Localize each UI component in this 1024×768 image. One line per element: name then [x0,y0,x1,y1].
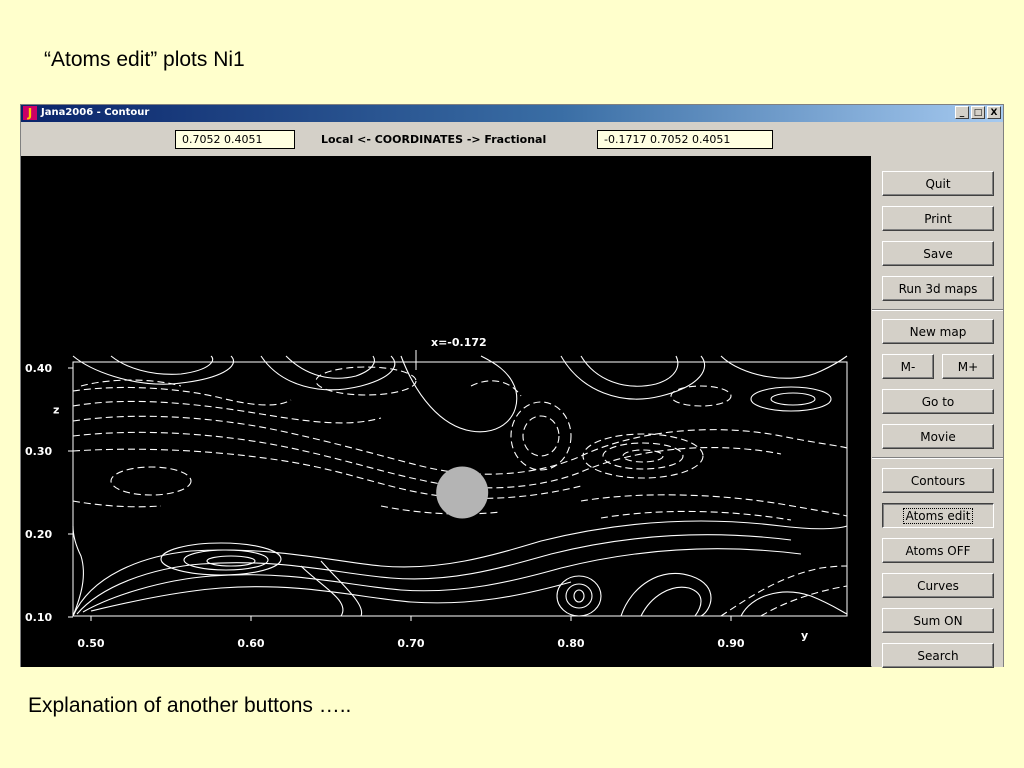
map-next-button[interactable]: M+ [942,354,994,379]
close-icon[interactable]: X [987,106,1001,119]
minimize-icon[interactable]: _ [955,106,969,119]
new-map-button[interactable]: New map [882,319,994,344]
save-button[interactable]: Save [882,241,994,266]
window-titlebar[interactable]: J Jana2006 - Contour _ □ X [21,105,1003,122]
x-tick-label: 0.60 [237,637,264,650]
quit-button[interactable]: Quit [882,171,994,196]
separator [872,457,1003,459]
go-to-button[interactable]: Go to [882,389,994,414]
y-tick-label: 0.40 [25,362,52,375]
x-marker-label: x=-0.172 [431,336,487,349]
y-tick-label: 0.10 [25,611,52,624]
coordinates-bar: 0.7052 0.4051 Local <- COORDINATES -> Fr… [21,122,1003,156]
contours-button[interactable]: Contours [882,468,994,493]
fractional-coordinates-field: -0.1717 0.7052 0.4051 [597,130,773,149]
window-title: Jana2006 - Contour [41,107,150,118]
contour-plot-area[interactable]: 0.50 0.60 0.70 0.80 0.90 0.40 0.30 0.20 0.10 y z x… [21,156,871,667]
x-tick-label: 0.50 [77,637,104,650]
slide-footer: Explanation of another buttons ….. [28,694,352,717]
x-tick-label: 0.90 [717,637,744,650]
print-button[interactable]: Print [882,206,994,231]
sum-on-button[interactable]: Sum ON [882,608,994,633]
button-panel: Quit Print Save Run 3d maps New map M- M… [872,156,1003,668]
y-tick-label: 0.20 [25,528,52,541]
x-tick-label: 0.70 [397,637,424,650]
y-axis-label: z [53,404,59,417]
map-previous-button[interactable]: M- [882,354,934,379]
separator [872,309,1003,311]
y-tick-label: 0.30 [25,445,52,458]
local-coordinates-field: 0.7052 0.4051 [175,130,295,149]
coordinates-label: Local <- COORDINATES -> Fractional [321,133,547,146]
movie-button[interactable]: Movie [882,424,994,449]
atoms-edit-button[interactable]: Atoms edit [882,503,994,528]
curves-button[interactable]: Curves [882,573,994,598]
x-tick-label: 0.80 [557,637,584,650]
contour-plot[interactable]: 0.50 0.60 0.70 0.80 0.90 0.40 0.30 0.20 0.10 y z x… [21,156,871,667]
jana-app-icon: J [23,106,37,120]
x-axis-label: y [801,629,808,642]
contour-window: J Jana2006 - Contour _ □ X 0.7052 0.4051… [20,104,1004,668]
search-button[interactable]: Search [882,643,994,668]
atom-ni1-marker[interactable] [436,466,489,519]
run-3d-maps-button[interactable]: Run 3d maps [882,276,994,301]
maximize-icon[interactable]: □ [971,106,985,119]
atoms-off-button[interactable]: Atoms OFF [882,538,994,563]
slide-title: “Atoms edit” plots Ni1 [44,48,245,71]
